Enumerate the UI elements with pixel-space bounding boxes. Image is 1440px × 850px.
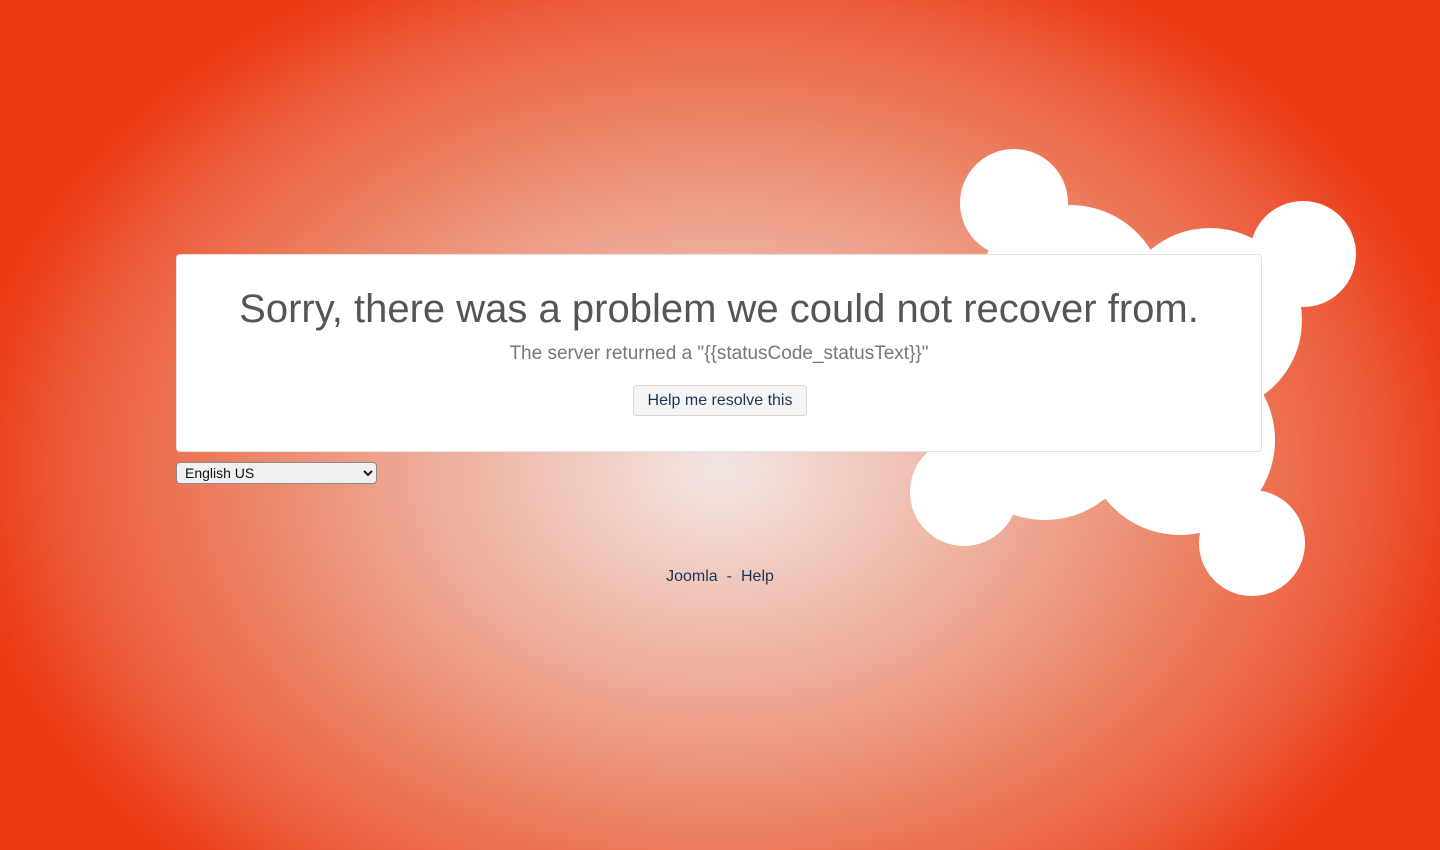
error-title: Sorry, there was a problem we could not … bbox=[239, 287, 1199, 331]
language-select[interactable]: English US bbox=[176, 462, 377, 484]
help-resolve-button[interactable]: Help me resolve this bbox=[633, 385, 807, 416]
error-message: The server returned a "{{statusCode_stat… bbox=[509, 343, 929, 364]
error-card: Sorry, there was a problem we could not … bbox=[176, 254, 1262, 452]
footer-separator: - bbox=[726, 568, 732, 585]
footer-link-joomla[interactable]: Joomla bbox=[666, 568, 718, 585]
footer-link-help[interactable]: Help bbox=[741, 568, 774, 585]
footer-links: Joomla - Help bbox=[0, 567, 1440, 587]
